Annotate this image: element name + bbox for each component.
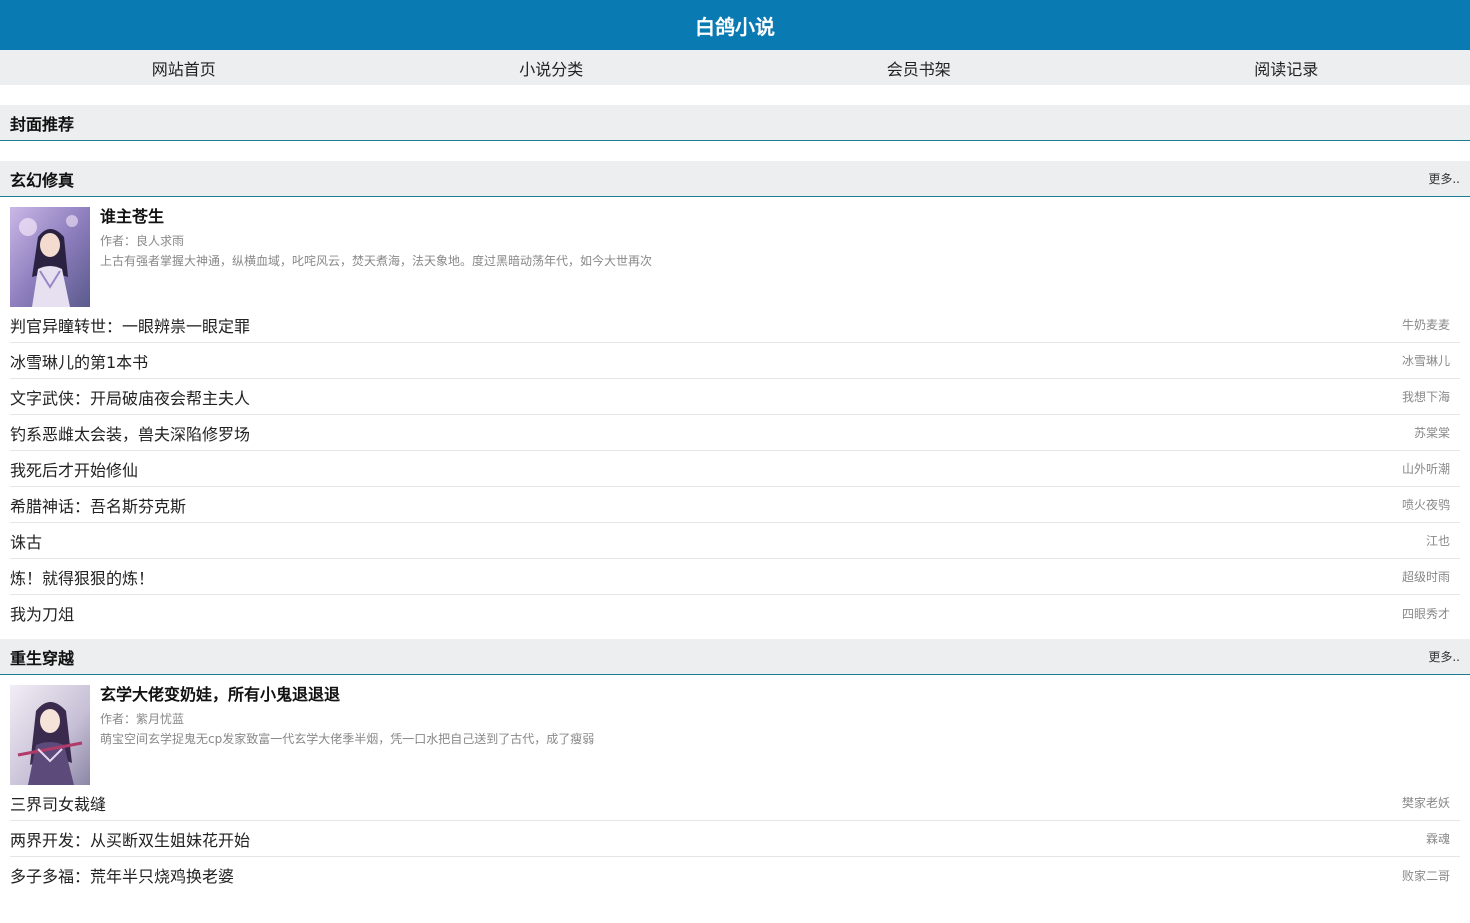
book-author: 江也 — [1425, 534, 1450, 548]
book-author: 牛奶麦麦 — [1401, 318, 1450, 332]
section-title: 重生穿越 — [10, 648, 75, 668]
book-title-link[interactable]: 判官异瞳转世：一眼辨祟一眼定罪 — [10, 313, 250, 337]
more-link[interactable]: 更多.. — [1428, 170, 1460, 187]
book-list: 三界司女裁缝 樊家老妖 两界开发：从买断双生姐妹花开始 霖魂 多子多福：荒年半只烧鸡… — [0, 785, 1470, 893]
featured-book-author: 作者：良人求雨 — [100, 234, 185, 248]
nav-home[interactable]: 网站首页 — [0, 50, 368, 85]
book-title-link[interactable]: 我死后才开始修仙 — [10, 457, 138, 481]
featured-book-author: 作者：紫月忧蓝 — [100, 712, 185, 726]
section-header: 玄幻修真 更多.. — [0, 161, 1470, 197]
section-title: 玄幻修真 — [10, 170, 75, 190]
book-list-item: 文字武侠：开局破庙夜会帮主夫人 我想下海 — [10, 379, 1460, 415]
featured-book: 玄学大佬变奶娃，所有小鬼退退退 作者：紫月忧蓝 萌宝空间玄学捉鬼无cp发家致富一… — [0, 675, 1470, 785]
book-title-link[interactable]: 希腊神话：吾名斯芬克斯 — [10, 493, 186, 517]
featured-info: 玄学大佬变奶娃，所有小鬼退退退 作者：紫月忧蓝 萌宝空间玄学捉鬼无cp发家致富一… — [90, 685, 594, 785]
book-title-link[interactable]: 文字武侠：开局破庙夜会帮主夫人 — [10, 385, 250, 409]
book-author: 败家二哥 — [1401, 868, 1450, 883]
book-title-link[interactable]: 多子多福：荒年半只烧鸡换老婆 — [10, 863, 234, 887]
featured-book-title[interactable]: 谁主苍生 — [100, 208, 652, 226]
book-list-item: 多子多福：荒年半只烧鸡换老婆 败家二哥 — [10, 857, 1460, 893]
book-list-item: 三界司女裁缝 樊家老妖 — [10, 785, 1460, 821]
book-title-link[interactable]: 我为刀俎 — [10, 601, 74, 625]
book-cover-image[interactable] — [10, 685, 90, 785]
book-title-link[interactable]: 钓系恶雌太会装，兽夫深陷修罗场 — [10, 421, 250, 445]
book-author: 苏棠棠 — [1413, 426, 1450, 440]
book-title-link[interactable]: 两界开发：从买断双生姐妹花开始 — [10, 827, 250, 851]
featured-book-desc: 上古有强者掌握大神通，纵横血域，叱咤风云，焚天煮海，法天象地。度过黑暗动荡年代，… — [100, 254, 653, 268]
book-list-item: 冰雪琳儿的第1本书 冰雪琳儿 — [10, 343, 1460, 379]
book-author: 山外听潮 — [1401, 462, 1450, 476]
book-list-item: 我死后才开始修仙 山外听潮 — [10, 451, 1460, 487]
category-section-xuanhuan: 玄幻修真 更多.. 谁主苍生 作者：良人求雨 上古有强者掌握大神通，纵横血域，叱… — [0, 161, 1470, 631]
book-cover-image[interactable] — [10, 207, 90, 307]
book-list-item: 两界开发：从买断双生姐妹花开始 霖魂 — [10, 821, 1460, 857]
book-author: 喷火夜鸮 — [1401, 498, 1450, 512]
more-link[interactable]: 更多.. — [1428, 648, 1460, 665]
site-title: 白鸽小说 — [695, 14, 775, 39]
section-header: 封面推荐 — [0, 105, 1470, 141]
book-list-item: 钓系恶雌太会装，兽夫深陷修罗场 苏棠棠 — [10, 415, 1460, 451]
nav-reading-history[interactable]: 阅读记录 — [1103, 50, 1470, 85]
book-author: 霖魂 — [1425, 832, 1450, 846]
featured-book-desc: 萌宝空间玄学捉鬼无cp发家致富一代玄学大佬季半烟，凭一口水把自己送到了古代，成了… — [100, 732, 595, 746]
category-section-chongsheng: 重生穿越 更多.. 玄学大佬变奶娃，所有小鬼退退退 作者：紫月忧蓝 萌宝空间玄学… — [0, 639, 1470, 893]
book-author: 我想下海 — [1401, 390, 1450, 404]
site-header: 白鸽小说 — [0, 0, 1470, 50]
book-list: 判官异瞳转世：一眼辨祟一眼定罪 牛奶麦麦 冰雪琳儿的第1本书 冰雪琳儿 文字武侠：开… — [0, 307, 1470, 631]
book-author: 冰雪琳儿 — [1401, 354, 1450, 368]
book-title-link[interactable]: 冰雪琳儿的第1本书 — [10, 349, 148, 373]
book-list-item: 判官异瞳转世：一眼辨祟一眼定罪 牛奶麦麦 — [10, 307, 1460, 343]
nav-bookshelf[interactable]: 会员书架 — [735, 50, 1103, 85]
main-nav: 网站首页 小说分类 会员书架 阅读记录 — [0, 50, 1470, 85]
book-list-item: 炼！就得狠狠的炼！ 超级时雨 — [10, 559, 1460, 595]
featured-info: 谁主苍生 作者：良人求雨 上古有强者掌握大神通，纵横血域，叱咤风云，焚天煮海，法… — [90, 207, 652, 307]
book-list-item: 诛古 江也 — [10, 523, 1460, 559]
book-list-item: 我为刀俎 四眼秀才 — [10, 595, 1460, 631]
cover-recommend-section: 封面推荐 — [0, 105, 1470, 141]
book-author: 超级时雨 — [1401, 570, 1450, 584]
nav-categories[interactable]: 小说分类 — [368, 50, 736, 85]
book-author: 樊家老妖 — [1401, 796, 1450, 810]
book-author: 四眼秀才 — [1401, 606, 1450, 621]
book-title-link[interactable]: 炼！就得狠狠的炼！ — [10, 565, 154, 589]
featured-book-title[interactable]: 玄学大佬变奶娃，所有小鬼退退退 — [100, 686, 594, 704]
section-header: 重生穿越 更多.. — [0, 639, 1470, 675]
section-title: 封面推荐 — [10, 114, 75, 134]
book-title-link[interactable]: 诛古 — [10, 529, 42, 553]
book-list-item: 希腊神话：吾名斯芬克斯 喷火夜鸮 — [10, 487, 1460, 523]
book-title-link[interactable]: 三界司女裁缝 — [10, 791, 106, 815]
featured-book: 谁主苍生 作者：良人求雨 上古有强者掌握大神通，纵横血域，叱咤风云，焚天煮海，法… — [0, 197, 1470, 307]
